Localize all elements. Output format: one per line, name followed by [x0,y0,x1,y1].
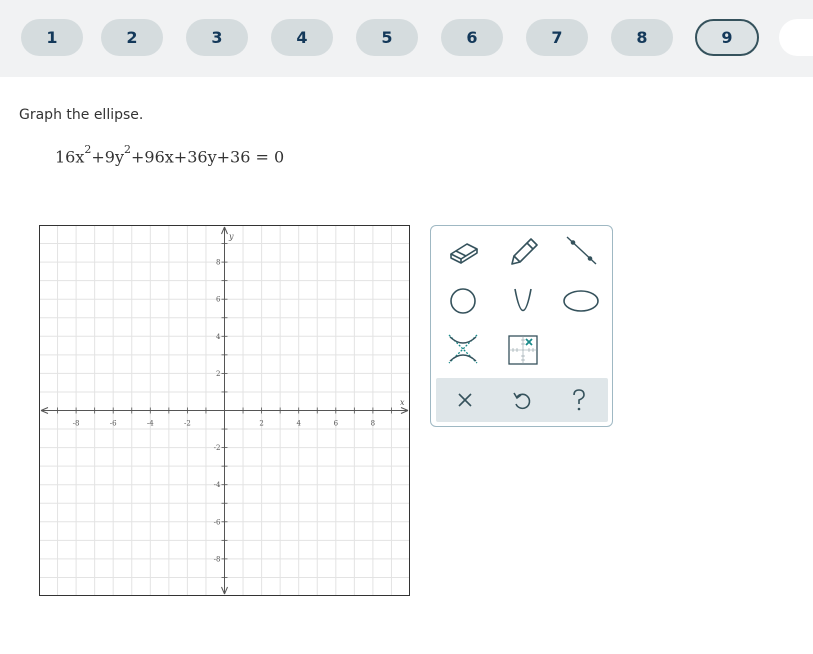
circle-tool[interactable] [443,282,483,318]
x-tick-label: -4 [147,420,154,428]
clear-button[interactable] [448,384,482,416]
pencil-icon [511,238,538,265]
y-tick-label: -8 [214,555,221,563]
undo-icon [513,392,531,410]
circle-icon [450,288,476,314]
question-7-button[interactable]: 7 [526,19,588,56]
clear-icon [458,393,472,407]
y-tick-label: 8 [216,259,220,267]
question-prompt: Graph the ellipse. [19,107,144,123]
question-9-button[interactable]: 9 [695,19,759,56]
question-2-button[interactable]: 2 [101,19,163,56]
question-nav-bar: 1 2 3 4 5 6 7 8 9 [0,0,813,77]
eraser-tool[interactable] [443,232,483,268]
help-button[interactable] [562,384,596,416]
ellipse-tool[interactable] [561,282,601,318]
hyperbola-icon [448,334,478,364]
ellipse-icon [563,290,599,312]
y-tick-label: 2 [216,370,220,378]
x-tick-label: -8 [73,420,80,428]
parabola-tool[interactable] [503,282,543,318]
hyperbola-tool[interactable] [443,331,483,367]
graph-canvas[interactable]: -8 -6 -4 -2 2 4 6 8 8 6 4 2 -2 -4 -6 -8 x y [39,225,410,596]
x-tick-label: 6 [334,420,339,428]
point-grid-tool[interactable] [503,331,543,367]
question-6-button[interactable]: 6 [441,19,503,56]
x-tick-label: -2 [184,420,191,428]
axes [40,226,409,595]
x-tick-label: -6 [110,420,117,428]
y-tick-label: 4 [216,333,221,341]
y-tick-label: -2 [214,444,221,452]
x-tick-label: 4 [296,420,301,428]
question-5-button[interactable]: 5 [356,19,418,56]
equation-term-9y: +9y [91,147,125,167]
equation-exponent-y: 2 [124,143,132,156]
eraser-icon [450,243,478,264]
y-tick-label: 6 [216,296,221,304]
line-tool[interactable] [561,232,601,268]
equation-remaining-terms: +96x+36y+36 = 0 [131,147,285,167]
equation-exponent-x: 2 [84,143,92,156]
question-8-button[interactable]: 8 [611,19,673,56]
question-3-button[interactable]: 3 [186,19,248,56]
y-axis-variable: y [228,232,234,241]
line-icon [566,236,597,265]
coordinate-graph[interactable]: -8 -6 -4 -2 2 4 6 8 8 6 4 2 -2 -4 -6 -8 x y [39,225,410,596]
graphing-toolbox [430,225,613,427]
help-icon [573,389,585,411]
question-4-button[interactable]: 4 [271,19,333,56]
question-1-button[interactable]: 1 [21,19,83,56]
pencil-tool[interactable] [503,232,543,268]
equation-term-16x: 16x [55,147,85,167]
x-tick-label: 8 [371,420,375,428]
undo-button[interactable] [505,384,539,416]
action-bar [436,378,608,422]
x-axis-variable: x [400,398,405,407]
next-question-button-partial[interactable] [779,19,813,56]
y-tick-label: -4 [214,481,221,489]
x-tick-label: 2 [259,420,263,428]
parabola-icon [514,288,532,312]
ellipse-equation: 16x2+9y2+96x+36y+36 = 0 [55,143,285,167]
y-tick-label: -6 [214,518,221,526]
point-grid-icon [508,335,538,365]
